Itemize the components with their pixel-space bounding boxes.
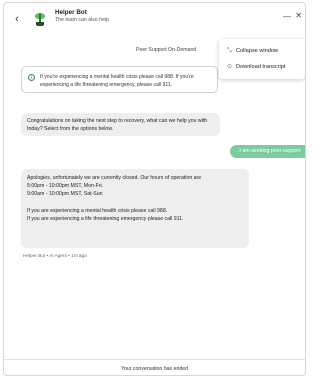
conversation-ended-label: Your conversation has ended — [120, 366, 188, 372]
message-line: 5:00pm - 10:00pm MST, Mon-Fri. — [27, 183, 104, 189]
divider — [4, 359, 305, 360]
collapse-window-menu-item[interactable]: ⤡ Collapse window — [227, 44, 303, 58]
chat-header: ‹ Helper Bot The team can also help — ✕ — [4, 3, 305, 35]
info-icon: i — [28, 74, 35, 81]
bot-name: Helper Bot — [55, 9, 87, 16]
message-line: 9:00am - 10:00pm MST, Sat-Sun — [27, 191, 103, 197]
minimize-icon[interactable]: — — [283, 12, 291, 21]
message-line: If you are experiencing a life threateni… — [27, 216, 184, 222]
close-icon[interactable]: ✕ — [295, 11, 302, 20]
user-message: I am seeking peer support — [230, 145, 305, 158]
plant-bot-avatar-icon — [33, 11, 47, 27]
download-icon: ⊙ — [227, 64, 233, 70]
message-meta: Helper Bot • AI Agent • 1m ago — [23, 253, 87, 258]
bot-message: Apologies, unfortunately we are currentl… — [21, 169, 249, 248]
crisis-banner: i If you're experiencing a mental health… — [21, 66, 218, 93]
bot-subtitle: The team can also help — [55, 17, 109, 23]
banner-text: If you're experiencing a mental health c… — [40, 74, 194, 88]
message-line: If you are experiencing a mental health … — [27, 208, 168, 214]
download-transcript-menu-item[interactable]: ⊙ Download transcript — [227, 60, 303, 74]
bot-message: Congratulations on taking the next step … — [21, 113, 220, 136]
plant-pot — [36, 22, 44, 26]
menu-item-label: Download transcript — [236, 64, 286, 70]
collapse-icon: ⤡ — [227, 48, 232, 54]
chat-window: ‹ Helper Bot The team can also help — ✕ … — [3, 2, 306, 376]
options-menu: ⤡ Collapse window ⊙ Download transcript — [219, 39, 305, 79]
back-icon[interactable]: ‹ — [11, 12, 23, 26]
message-line: Apologies, unfortunately we are currentl… — [27, 175, 202, 181]
status-label: Peer Support On-Demand — [136, 47, 197, 53]
menu-item-label: Collapse window — [236, 48, 278, 54]
